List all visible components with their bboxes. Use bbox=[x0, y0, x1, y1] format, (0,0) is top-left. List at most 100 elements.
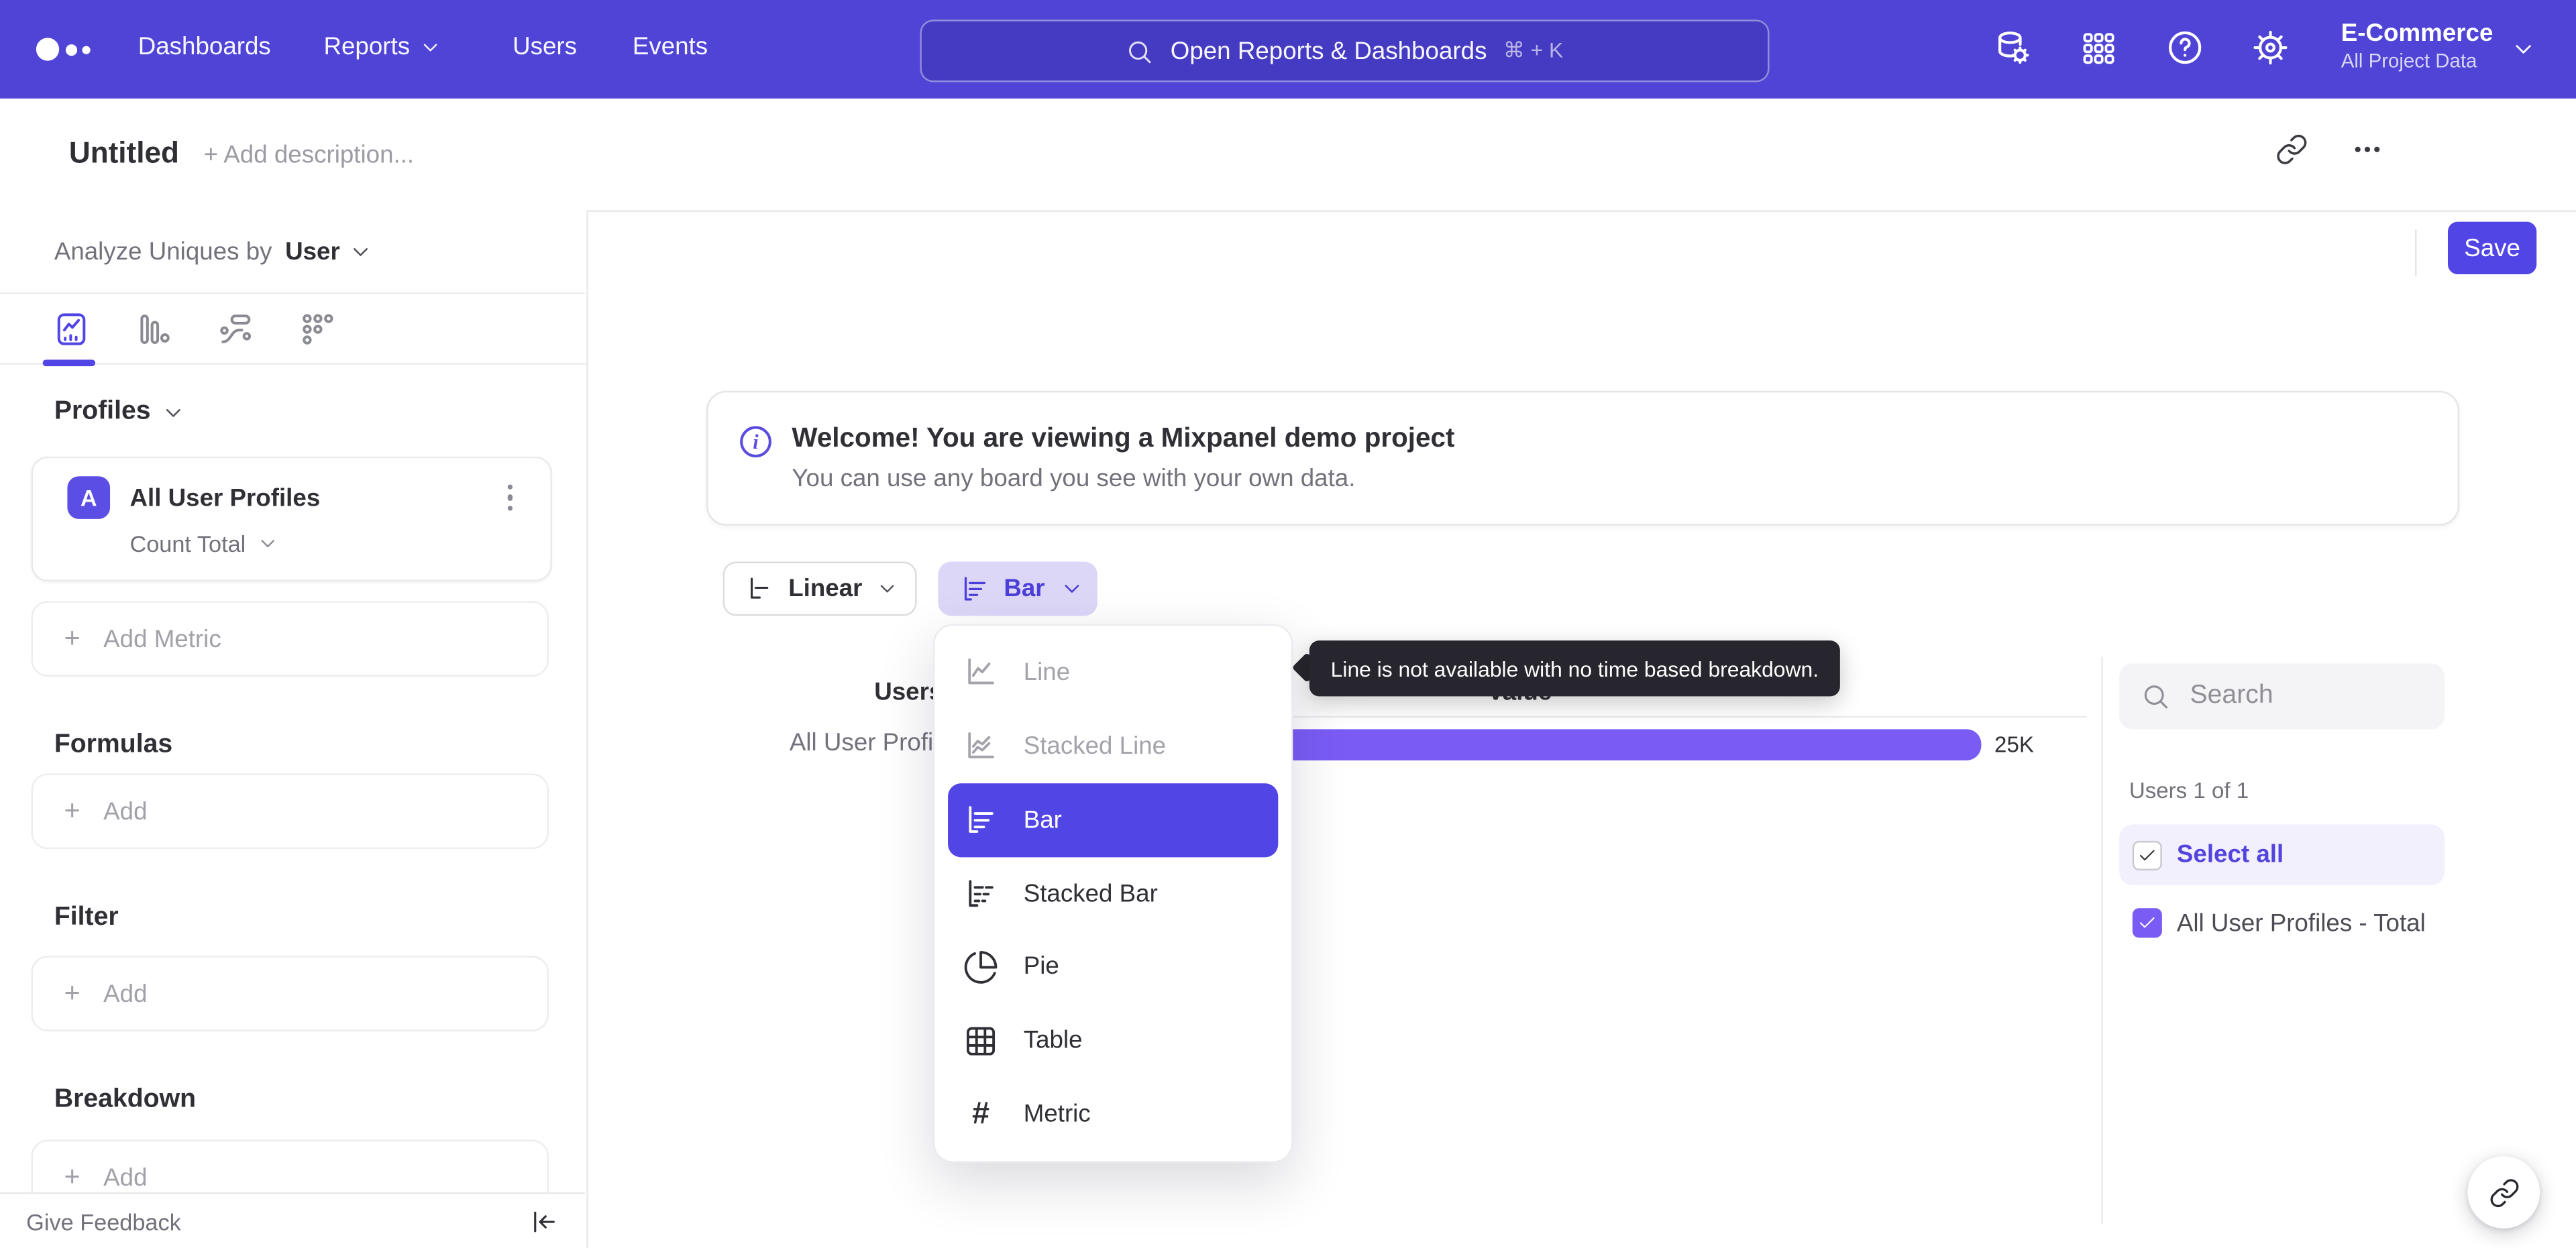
help-button[interactable] bbox=[2152, 15, 2218, 80]
header-divider bbox=[2415, 229, 2417, 276]
add-formula-button[interactable]: + Add bbox=[31, 773, 549, 850]
banner-title: Welcome! You are viewing a Mixpanel demo… bbox=[792, 423, 1455, 453]
breakdown-section-heading: Breakdown bbox=[54, 1085, 197, 1114]
give-feedback-link[interactable]: Give Feedback bbox=[26, 1208, 181, 1234]
dropdown-item-line[interactable]: Line bbox=[934, 636, 1291, 710]
dropdown-item-table[interactable]: Table bbox=[934, 1004, 1291, 1078]
select-all-label: Select all bbox=[2176, 840, 2284, 869]
linear-axes-icon bbox=[751, 577, 769, 599]
add-description-field[interactable]: + Add description... bbox=[204, 141, 414, 170]
database-gear-icon bbox=[1998, 32, 2029, 64]
table-icon bbox=[967, 1026, 996, 1055]
select-all-checkbox[interactable] bbox=[2132, 840, 2162, 870]
svg-text:i: i bbox=[753, 431, 759, 453]
plus-icon: + bbox=[64, 977, 80, 1009]
active-tab-indicator bbox=[42, 359, 96, 367]
pie-chart-icon bbox=[964, 950, 998, 984]
report-title[interactable]: Untitled bbox=[69, 136, 179, 170]
legend-search[interactable] bbox=[2119, 663, 2445, 730]
add-filter-button[interactable]: + Add bbox=[31, 956, 549, 1031]
tab-retention[interactable] bbox=[276, 294, 358, 363]
logo-dot-small bbox=[82, 46, 91, 54]
bar-chart-icon bbox=[964, 577, 986, 601]
bar-chart-icon bbox=[969, 806, 994, 834]
dropdown-item-pie[interactable]: Pie bbox=[934, 930, 1291, 1004]
plus-icon: + bbox=[64, 1161, 80, 1192]
collapse-sidebar-icon[interactable] bbox=[529, 1206, 559, 1236]
chevron-down-icon bbox=[260, 540, 274, 548]
legend-search-input[interactable] bbox=[2186, 679, 2407, 713]
bar-value-label: 25K bbox=[1994, 732, 2034, 757]
retention-dots-icon bbox=[302, 313, 333, 344]
query-builder-sidebar: Analyze Uniques by User Profiles A All U… bbox=[0, 210, 588, 1248]
legend-count-label: Users 1 of 1 bbox=[2129, 778, 2249, 803]
series-checkbox[interactable] bbox=[2132, 908, 2162, 938]
metric-badge: A bbox=[67, 476, 111, 519]
profiles-section-heading[interactable]: Profiles bbox=[54, 398, 185, 427]
metric-options-button[interactable] bbox=[501, 478, 520, 518]
tab-funnels[interactable] bbox=[112, 294, 194, 363]
demo-project-banner: i Welcome! You are viewing a Mixpanel de… bbox=[706, 390, 2460, 526]
add-metric-button[interactable]: + Add Metric bbox=[31, 601, 549, 677]
ellipsis-icon bbox=[2355, 146, 2380, 152]
logo-dot-medium bbox=[65, 44, 78, 56]
dropdown-item-stacked-bar[interactable]: Stacked Bar bbox=[934, 856, 1291, 930]
global-search[interactable]: Open Reports & Dashboards ⌘ + K bbox=[920, 19, 1770, 82]
settings-button[interactable] bbox=[2238, 15, 2304, 80]
search-icon bbox=[1130, 40, 1152, 63]
chart-type-dropdown: Line Stacked Line Bar Stacked Bar Pie Ta… bbox=[933, 624, 1293, 1163]
link-icon bbox=[2277, 134, 2307, 164]
chevron-down-icon bbox=[880, 585, 894, 593]
check-icon bbox=[2139, 917, 2155, 928]
metric-name[interactable]: All User Profiles bbox=[129, 484, 320, 512]
analyze-by-selector[interactable]: User bbox=[285, 238, 373, 266]
line-chart-icon bbox=[968, 659, 994, 685]
chevron-down-icon bbox=[1065, 585, 1079, 593]
save-button[interactable]: Save bbox=[2447, 221, 2537, 274]
legend-series-row[interactable]: All User Profiles - Total bbox=[2119, 901, 2514, 944]
gear-icon bbox=[2253, 30, 2288, 65]
aggregation-selector[interactable]: Count Total bbox=[129, 530, 278, 557]
mixpanel-logo[interactable] bbox=[36, 36, 92, 62]
filter-section-heading: Filter bbox=[54, 903, 119, 931]
help-icon bbox=[2169, 31, 2202, 64]
dropdown-item-metric[interactable]: # Metric bbox=[934, 1078, 1291, 1151]
plus-icon: + bbox=[64, 795, 80, 826]
search-placeholder: Open Reports & Dashboards bbox=[1170, 37, 1487, 65]
legend-panel-divider bbox=[2101, 657, 2103, 1224]
banner-subtitle: You can use any board you see with your … bbox=[792, 465, 1356, 493]
formulas-section-heading: Formulas bbox=[54, 730, 173, 759]
scale-selector[interactable]: Linear bbox=[722, 561, 917, 616]
flows-icon bbox=[219, 313, 250, 343]
app-window: Dashboards Reports Users Events Open Rep… bbox=[0, 0, 2576, 1248]
report-header: Untitled + Add description... Save bbox=[0, 98, 2576, 276]
select-all-row[interactable]: Select all bbox=[2119, 824, 2445, 886]
disabled-line-tooltip: Line is not available with no time based… bbox=[1309, 640, 1840, 697]
plus-icon: + bbox=[64, 622, 80, 654]
project-switcher[interactable]: E-Commerce All Project Data bbox=[2341, 19, 2493, 74]
check-icon bbox=[2139, 849, 2155, 860]
stacked-line-chart-icon bbox=[968, 732, 994, 759]
insights-chart-icon bbox=[56, 313, 85, 345]
nav-reports[interactable]: Reports bbox=[323, 33, 441, 61]
data-management-button[interactable] bbox=[1980, 15, 2045, 80]
metric-card[interactable]: A All User Profiles Count Total bbox=[31, 456, 552, 581]
chevron-down-icon bbox=[353, 248, 368, 256]
tab-flows[interactable] bbox=[194, 294, 276, 363]
search-shortcut: ⌘ + K bbox=[1503, 38, 1564, 63]
nav-users[interactable]: Users bbox=[513, 33, 577, 61]
nav-events[interactable]: Events bbox=[633, 33, 708, 61]
grid-apps-icon bbox=[2082, 32, 2114, 64]
sidebar-footer: Give Feedback bbox=[0, 1192, 585, 1248]
series-label: All User Profiles - Total bbox=[2176, 909, 2426, 938]
more-options-button[interactable] bbox=[2341, 123, 2394, 176]
tab-insights[interactable] bbox=[30, 294, 111, 363]
dropdown-item-bar[interactable]: Bar bbox=[948, 783, 1279, 857]
chart-type-selector[interactable]: Bar bbox=[938, 561, 1097, 616]
copy-link-button[interactable] bbox=[2265, 123, 2318, 176]
apps-button[interactable] bbox=[2065, 15, 2131, 80]
analyze-label: Analyze Uniques by bbox=[54, 238, 272, 266]
floating-link-button[interactable] bbox=[2467, 1156, 2540, 1229]
nav-dashboards[interactable]: Dashboards bbox=[138, 33, 271, 61]
dropdown-item-stacked-line[interactable]: Stacked Line bbox=[934, 710, 1291, 783]
